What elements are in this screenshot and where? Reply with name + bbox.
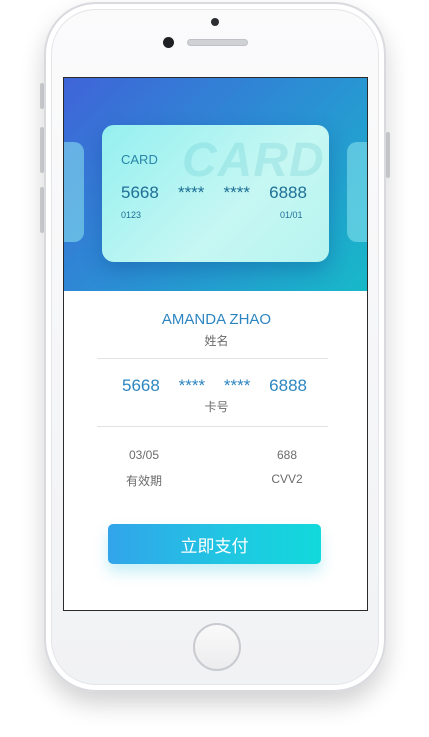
- card-watermark: CARD: [182, 134, 325, 187]
- divider: [97, 426, 328, 427]
- number-group-3: ****: [223, 376, 251, 395]
- front-camera-icon: [163, 37, 174, 48]
- card-number-group-3: ****: [223, 183, 251, 202]
- app-screen: CARD CARD 5668 **** **** 6888 0123 01/01…: [63, 77, 368, 611]
- device-mockup: CARD CARD 5668 **** **** 6888 0123 01/01…: [0, 0, 429, 737]
- proximity-sensor: [211, 18, 219, 26]
- previous-card-peek[interactable]: [64, 142, 84, 242]
- expiry-label: 有效期: [125, 474, 162, 488]
- divider: [97, 358, 328, 359]
- card-carousel[interactable]: CARD CARD 5668 **** **** 6888 0123 01/01: [64, 78, 367, 291]
- pay-now-button[interactable]: 立即支付: [108, 524, 321, 564]
- card-number-group-2: ****: [177, 183, 205, 202]
- card-number-display: 5668 **** **** 6888: [122, 376, 307, 396]
- number-group-1: 5668: [122, 376, 160, 395]
- cvv-label: CVV2: [271, 472, 303, 486]
- expiry-value: 03/05: [128, 448, 160, 462]
- card-number-label: 卡号: [204, 400, 229, 414]
- number-group-4: 6888: [269, 376, 307, 395]
- number-group-2: ****: [178, 376, 206, 395]
- card-meta-right: 01/01: [280, 210, 303, 220]
- card-number-group-1: 5668: [121, 183, 159, 202]
- card-meta-left: 0123: [121, 210, 142, 220]
- cardholder-name: AMANDA ZHAO: [161, 311, 272, 328]
- card-title: CARD: [121, 152, 158, 167]
- next-card-peek[interactable]: [347, 142, 367, 242]
- card-number-group-4: 6888: [269, 183, 307, 202]
- bank-card[interactable]: CARD CARD 5668 **** **** 6888 0123 01/01: [102, 125, 329, 262]
- power-button: [386, 132, 390, 178]
- home-button[interactable]: [193, 623, 241, 671]
- earpiece-speaker: [187, 39, 248, 46]
- cardholder-name-label: 姓名: [204, 334, 229, 348]
- cvv-value: 688: [276, 448, 298, 462]
- card-number: 5668 **** **** 6888: [121, 183, 307, 203]
